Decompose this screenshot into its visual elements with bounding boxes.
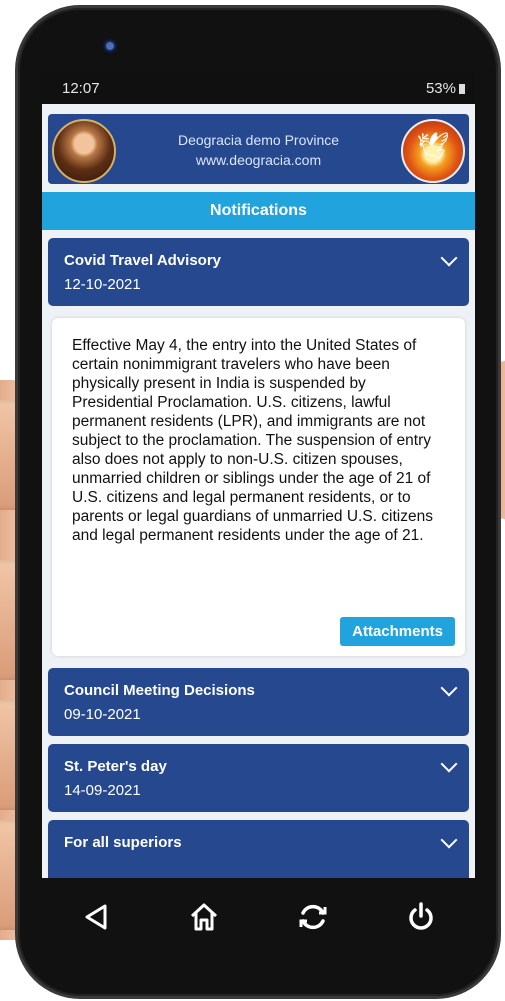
website-link[interactable]: www.deogracia.com [128,150,389,170]
notification-header-superiors[interactable]: For all superiors [48,820,469,878]
status-bar: 12:07 53% [42,72,475,104]
bottom-nav-bar [42,878,475,964]
notification-header-covid[interactable]: Covid Travel Advisory 12-10-2021 [48,238,469,306]
battery-icon [459,83,465,94]
refresh-icon[interactable] [288,901,338,941]
chevron-down-icon[interactable] [440,831,458,849]
chevron-down-icon[interactable] [440,249,458,267]
chevron-down-icon[interactable] [440,679,458,697]
notification-title: Council Meeting Decisions [64,682,255,699]
holy-spirit-dove-icon: 🕊 [401,119,465,183]
app-header: Deogracia demo Province www.deogracia.co… [48,114,469,184]
notification-body-text: Effective May 4, the entry into the Unit… [72,337,433,544]
notification-body: Effective May 4, the entry into the Unit… [52,318,465,656]
attachments-button[interactable]: Attachments [340,617,455,646]
notification-date: 09-10-2021 [64,706,141,723]
battery-status: 53% [426,80,465,97]
notification-title: Covid Travel Advisory [64,252,222,269]
province-title: Deogracia demo Province [177,132,340,148]
home-icon[interactable] [179,901,229,941]
back-triangle-icon[interactable] [71,902,121,940]
screen: 12:07 53% Deogracia demo Province www.de… [42,72,475,878]
power-icon[interactable] [396,901,446,941]
notification-header-council[interactable]: Council Meeting Decisions 09-10-2021 [48,668,469,736]
jesus-portrait-icon [52,119,116,183]
notification-title: For all superiors [64,834,182,851]
notification-date: 12-10-2021 [64,276,141,293]
page-title: Notifications [42,192,475,230]
header-text: Deogracia demo Province www.deogracia.co… [128,130,389,170]
phone-frame: 12:07 53% Deogracia demo Province www.de… [18,8,498,996]
notification-title: St. Peter's day [64,758,167,775]
camera-icon [102,38,118,54]
notification-list: Covid Travel Advisory 12-10-2021 Effecti… [42,238,475,878]
notification-date: 14-09-2021 [64,782,141,799]
chevron-down-icon[interactable] [440,755,458,773]
dove-icon: 🕊 [416,130,450,161]
status-time: 12:07 [62,79,100,97]
notification-header-st-peter[interactable]: St. Peter's day 14-09-2021 [48,744,469,812]
battery-text: 53% [425,79,456,97]
